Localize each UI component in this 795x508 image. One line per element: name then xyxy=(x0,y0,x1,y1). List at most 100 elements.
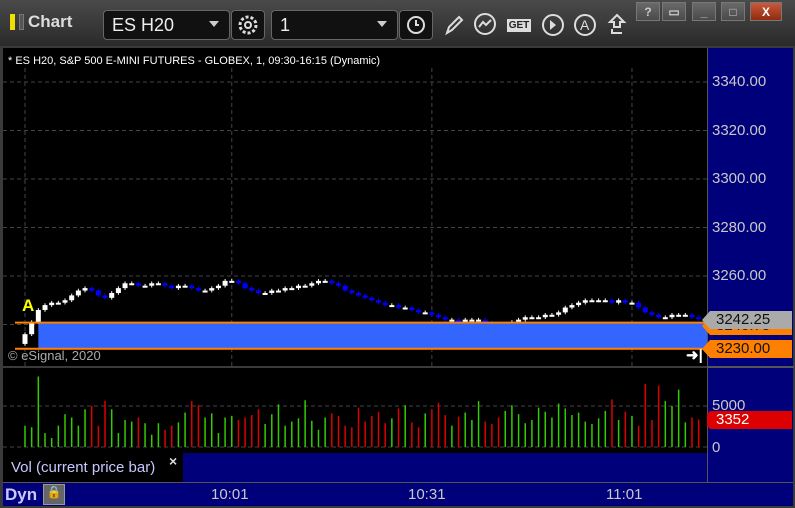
candle xyxy=(289,288,295,291)
candle xyxy=(49,302,55,306)
dynamic-mode-label[interactable]: Dyn xyxy=(5,485,37,505)
price-tick: 3260.00 xyxy=(712,267,767,284)
candle xyxy=(556,312,562,315)
price-plot xyxy=(3,68,707,366)
candle xyxy=(529,317,535,320)
price-tick: 3300.00 xyxy=(712,170,767,187)
volume-panel[interactable] xyxy=(3,368,707,453)
candle xyxy=(696,317,702,320)
vol-tick: 0 xyxy=(712,439,721,456)
candle xyxy=(75,290,81,296)
candle xyxy=(522,317,528,320)
candle xyxy=(596,300,602,303)
candle xyxy=(416,309,422,313)
play-icon[interactable] xyxy=(540,12,566,38)
svg-text:A: A xyxy=(580,17,590,33)
candle xyxy=(189,285,195,289)
candle xyxy=(476,319,482,322)
pencil-icon[interactable] xyxy=(441,12,467,38)
candle xyxy=(536,317,542,320)
candle xyxy=(35,309,41,323)
candle xyxy=(329,280,335,284)
symbol-input[interactable]: ES H20 xyxy=(103,10,230,40)
candle xyxy=(55,302,61,305)
candle xyxy=(429,312,435,315)
candle xyxy=(249,288,255,291)
get-icon[interactable]: GET xyxy=(506,12,532,38)
candle xyxy=(342,285,348,291)
candle xyxy=(142,285,148,288)
volume-legend-row: Vol (current price bar) × xyxy=(3,453,707,482)
time-tick: 10:31 xyxy=(408,486,446,503)
chevron-down-icon[interactable] xyxy=(209,21,219,27)
candle xyxy=(275,290,281,293)
candle xyxy=(229,280,235,283)
level-price-tag: 3230.00 xyxy=(702,340,792,358)
candle xyxy=(576,302,582,306)
price-tick: 3280.00 xyxy=(712,219,767,236)
time-tick: 11:01 xyxy=(606,486,643,503)
candle xyxy=(609,300,615,303)
time-tick: 10:01 xyxy=(211,486,249,503)
candle xyxy=(449,319,455,322)
restore-button[interactable]: ▭ xyxy=(662,2,686,21)
link-color-indicator[interactable] xyxy=(10,14,15,30)
candle xyxy=(129,283,135,286)
volume-study-label[interactable]: Vol (current price bar) xyxy=(3,453,183,482)
volume-plot xyxy=(3,376,707,448)
lock-icon[interactable]: 🔒 xyxy=(43,484,65,505)
candle xyxy=(689,314,695,318)
candle xyxy=(162,283,168,286)
candle xyxy=(582,300,588,303)
candle xyxy=(62,300,68,303)
candle xyxy=(382,302,388,306)
candle xyxy=(369,297,375,301)
candle xyxy=(616,300,622,303)
chart-header: * ES H20, S&P 500 E-MINI FUTURES - GLOBE… xyxy=(8,55,381,67)
candle xyxy=(95,290,101,296)
candle xyxy=(155,283,161,286)
candle xyxy=(682,314,688,317)
candle xyxy=(569,305,575,308)
chevron-down-icon[interactable] xyxy=(377,21,387,27)
candle xyxy=(182,285,188,288)
candle xyxy=(82,288,88,291)
close-study-icon[interactable]: × xyxy=(169,453,177,469)
close-button[interactable]: X xyxy=(750,2,782,21)
candle xyxy=(549,314,555,317)
title-bar: Chart ES H20 1 GET A ? ▭ _ □ X xyxy=(0,0,795,46)
candle xyxy=(302,285,308,288)
candle xyxy=(122,283,128,289)
price-axis[interactable]: 3340.00 3320.00 3300.00 3280.00 3260.00 … xyxy=(702,48,794,482)
window-title-text: Chart xyxy=(28,12,73,31)
candle xyxy=(102,295,108,298)
time-axis[interactable]: Dyn 🔒 10:01 10:31 11:01 xyxy=(3,482,793,506)
candle xyxy=(255,290,261,293)
marker-label: A xyxy=(22,296,35,315)
clock-icon[interactable] xyxy=(399,10,433,40)
candle xyxy=(642,307,648,313)
candle xyxy=(442,317,448,320)
scroll-to-end-icon[interactable]: ➜| xyxy=(686,346,703,364)
maximize-button[interactable]: □ xyxy=(721,2,745,21)
candle xyxy=(469,319,475,322)
alert-icon[interactable]: A xyxy=(572,12,598,38)
candle xyxy=(135,283,141,286)
interval-input[interactable]: 1 xyxy=(271,10,398,40)
minimize-button[interactable]: _ xyxy=(692,2,716,21)
candle xyxy=(602,300,608,303)
settings-gear-icon[interactable] xyxy=(231,10,265,40)
price-chart[interactable]: * ES H20, S&P 500 E-MINI FUTURES - GLOBE… xyxy=(3,48,707,366)
link-icon[interactable] xyxy=(604,12,630,38)
price-tick: 3340.00 xyxy=(712,73,767,90)
candle xyxy=(436,314,442,318)
candle xyxy=(295,285,301,289)
candle xyxy=(69,295,75,301)
help-button[interactable]: ? xyxy=(636,2,660,21)
candle xyxy=(589,300,595,303)
studies-icon[interactable] xyxy=(473,12,499,38)
candle xyxy=(622,300,628,303)
link-color-indicator-2[interactable] xyxy=(19,14,24,30)
candle xyxy=(669,314,675,318)
candle xyxy=(115,288,121,293)
